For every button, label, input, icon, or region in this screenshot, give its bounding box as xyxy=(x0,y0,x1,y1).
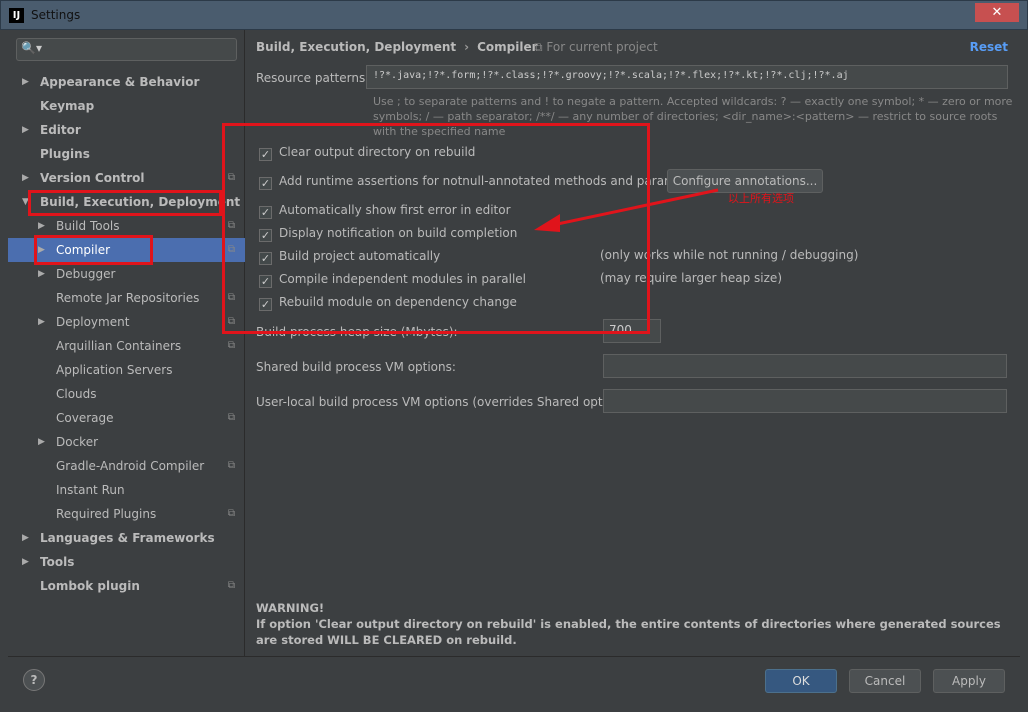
annotation-text: 以上所有选项 xyxy=(728,192,794,205)
annotation-arrow-icon xyxy=(534,188,719,232)
